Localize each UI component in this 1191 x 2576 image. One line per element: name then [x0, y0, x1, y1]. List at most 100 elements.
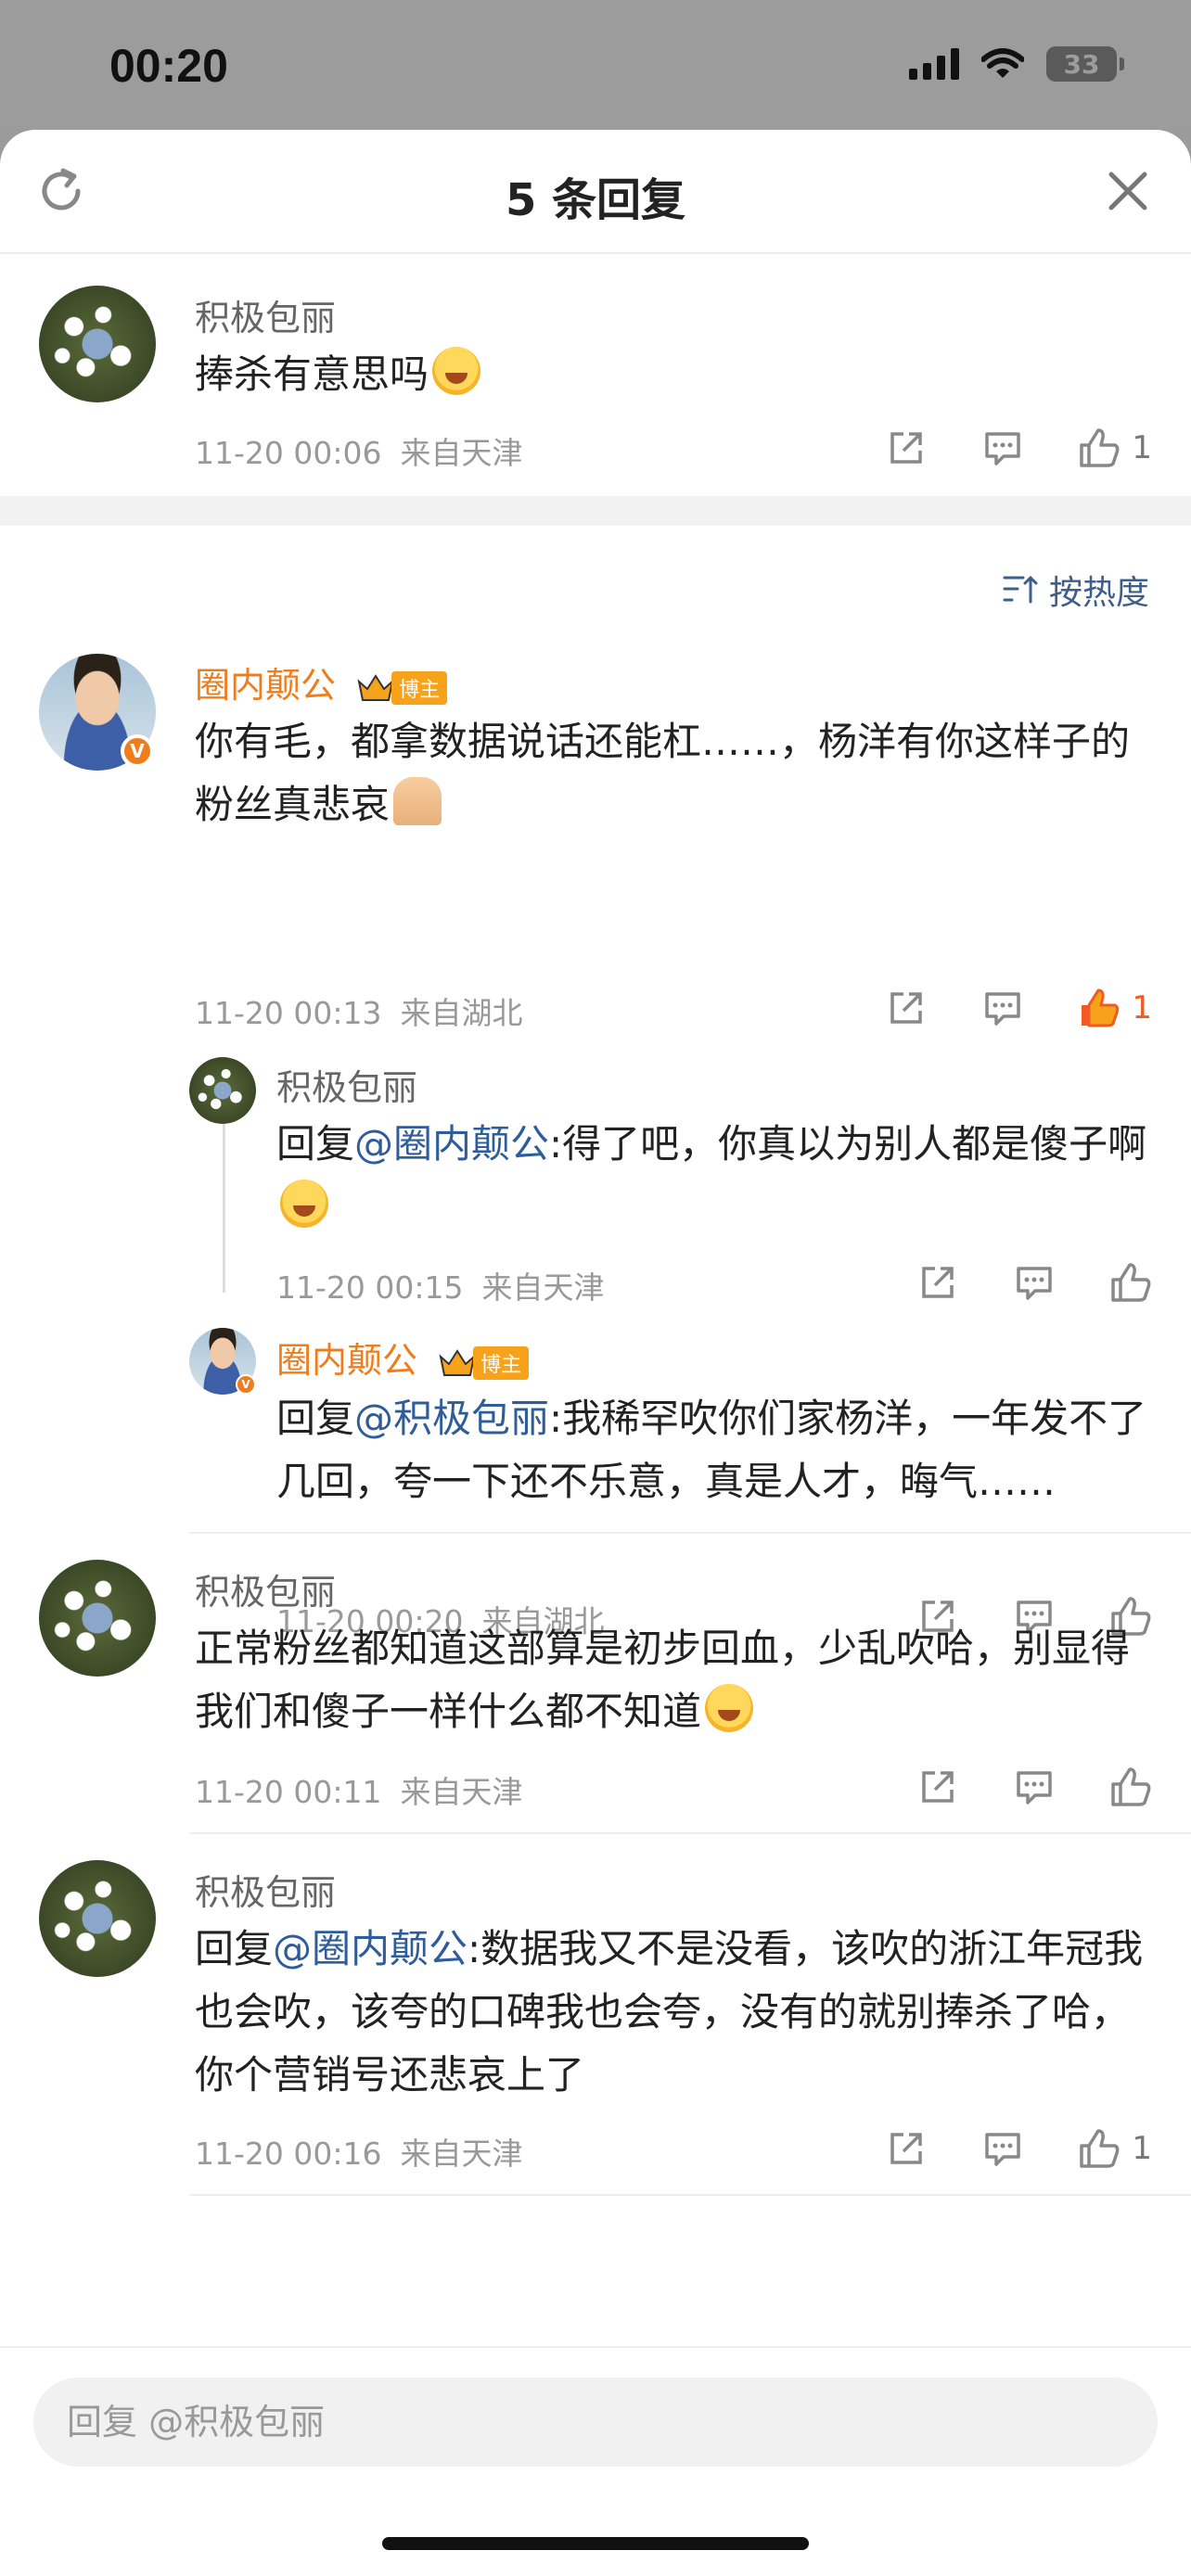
comment-meta: 11-20 00:16 来自天津: [195, 2129, 522, 2174]
thumbs-up-icon: [1080, 428, 1120, 467]
comment-time: 11-20 00:11: [195, 1774, 382, 1810]
comment-location: 来自湖北: [400, 995, 523, 1031]
section-divider: [0, 496, 1191, 526]
comment-actions: [916, 1764, 1152, 1810]
sheet-title: 5 条回复: [505, 174, 686, 226]
username-text: 圈内颠公: [195, 665, 337, 706]
comment-text: 捧杀有意思吗: [195, 343, 481, 406]
share-icon: [922, 1771, 954, 1803]
username[interactable]: 积极包丽: [195, 1563, 336, 1614]
comment-divider: [189, 1832, 1191, 1834]
like-button[interactable]: 1: [1078, 425, 1152, 471]
username[interactable]: 积极包丽: [276, 1059, 417, 1110]
like-button[interactable]: [1109, 1259, 1152, 1306]
wifi-icon: [981, 48, 1024, 78]
hugging-emoji-icon: [432, 347, 481, 395]
comment-actions: 1: [885, 425, 1152, 471]
status-bar: 00:20 33: [0, 0, 1191, 130]
comment-icon: [985, 992, 1021, 1026]
share-button[interactable]: [916, 1259, 959, 1306]
comment-location: 来自天津: [400, 435, 523, 471]
reply-text-content: :得了吧，你真以为别人都是傻子啊: [549, 1121, 1147, 1167]
avatar[interactable]: [39, 1560, 156, 1677]
comment-time: 11-20 00:16: [195, 2136, 382, 2172]
blogger-badge: 博主: [391, 670, 448, 705]
reply-actions: [916, 1259, 1152, 1306]
like-button[interactable]: 1: [1078, 2125, 1152, 2172]
mention-link[interactable]: @圈内颠公: [354, 1121, 549, 1167]
status-icons: 33: [909, 46, 1124, 82]
comment-time: 11-20 00:13: [195, 995, 382, 1031]
comment-divider: [189, 1532, 1191, 1534]
reply-prefix: 回复: [276, 1396, 355, 1441]
share-icon: [890, 2133, 923, 2164]
reply-time: 11-20 00:15: [276, 1269, 464, 1306]
username[interactable]: 积极包丽: [195, 289, 336, 340]
comment-text: 回复@圈内颠公:数据我又不是没看，该吹的浙江年冠我也会吹，该夸的口碑我也会夸，没…: [195, 1918, 1159, 2107]
avatar[interactable]: [39, 1860, 156, 1977]
like-count: 1: [1132, 429, 1152, 466]
crown-icon: [439, 1348, 476, 1376]
close-icon[interactable]: [1102, 165, 1154, 217]
sheet-header: 5 条回复: [0, 130, 1191, 254]
hugging-emoji-icon: [280, 1180, 328, 1228]
share-button[interactable]: [885, 2125, 928, 2172]
comment-actions: 1: [885, 985, 1152, 1031]
reply-input[interactable]: 回复 @积极包丽: [33, 2378, 1158, 2467]
comment-meta: 11-20 00:11 来自天津: [195, 1767, 522, 1812]
thumbs-up-icon: [1111, 1767, 1151, 1806]
status-time: 00:20: [109, 40, 228, 92]
mention-link[interactable]: @积极包丽: [354, 1396, 549, 1441]
avatar[interactable]: [39, 286, 156, 402]
thumbs-up-active-icon: [1082, 988, 1120, 1027]
avatar[interactable]: [189, 1057, 256, 1124]
comment-location: 来自天津: [400, 1774, 523, 1810]
comment-icon: [1017, 1267, 1052, 1300]
comment-meta: 11-20 00:06 来自天津: [195, 428, 522, 473]
reply-text: 回复@圈内颠公:得了吧，你真以为别人都是傻子啊: [276, 1113, 1158, 1239]
share-icon: [922, 1267, 954, 1298]
comment-time: 11-20 00:06: [195, 435, 382, 471]
comment-icon: [985, 2133, 1021, 2166]
share-button[interactable]: [885, 985, 928, 1031]
comment-button[interactable]: [1013, 1259, 1056, 1306]
share-icon: [890, 992, 923, 1024]
username[interactable]: 圈内颠公 博主: [195, 657, 448, 708]
like-count: 1: [1132, 989, 1152, 1027]
username[interactable]: 圈内颠公 博主: [276, 1332, 530, 1383]
thumbs-up-icon: [1080, 2129, 1120, 2168]
reply-prefix: 回复: [195, 1926, 274, 1971]
home-indicator: [382, 2537, 809, 2550]
sort-toggle[interactable]: 按热度: [1003, 566, 1149, 614]
comment-text-content: 你有毛，都拿数据说话还能杠……，杨洋有你这样子的粉丝真悲哀: [195, 719, 1131, 827]
username[interactable]: 积极包丽: [195, 1864, 336, 1915]
comment-icon: [985, 432, 1021, 465]
comment-button[interactable]: [1013, 1764, 1056, 1810]
comment-button[interactable]: [981, 985, 1024, 1031]
share-button[interactable]: [916, 1764, 959, 1810]
reply-prefix: 回复: [276, 1121, 355, 1167]
battery-icon: 33: [1046, 46, 1124, 82]
comment-text-content: 捧杀有意思吗: [195, 351, 429, 397]
share-button[interactable]: [885, 425, 928, 471]
verified-badge-icon: V: [121, 734, 154, 768]
comment-button[interactable]: [981, 425, 1024, 471]
crown-icon: [357, 673, 394, 701]
like-button[interactable]: 1: [1078, 985, 1152, 1031]
thumbs-up-icon: [1111, 1263, 1151, 1302]
like-count: 1: [1132, 2130, 1152, 2167]
verified-badge-icon: V: [236, 1374, 256, 1395]
share-icon: [890, 432, 923, 464]
like-button[interactable]: [1109, 1764, 1152, 1810]
comment-button[interactable]: [981, 2125, 1024, 2172]
comment-location: 来自天津: [400, 2136, 523, 2172]
sort-icon: [1003, 575, 1038, 604]
comment-icon: [1017, 1771, 1052, 1804]
thread-line: [223, 1124, 225, 1293]
reply-meta: 11-20 00:15 来自天津: [276, 1263, 604, 1307]
mention-link[interactable]: @圈内颠公: [273, 1926, 467, 1971]
replies-sheet: 5 条回复 积极包丽 捧杀有意思吗 11-20 00:06 来自天津 1 按热度…: [0, 130, 1191, 2576]
blogger-badge: 博主: [473, 1345, 530, 1380]
reply-text: 回复@积极包丽:我稀罕吹你们家杨洋，一年发不了几回，夸一下还不乐意，真是人才，晦…: [276, 1387, 1158, 1513]
comment-divider: [189, 2194, 1191, 2196]
